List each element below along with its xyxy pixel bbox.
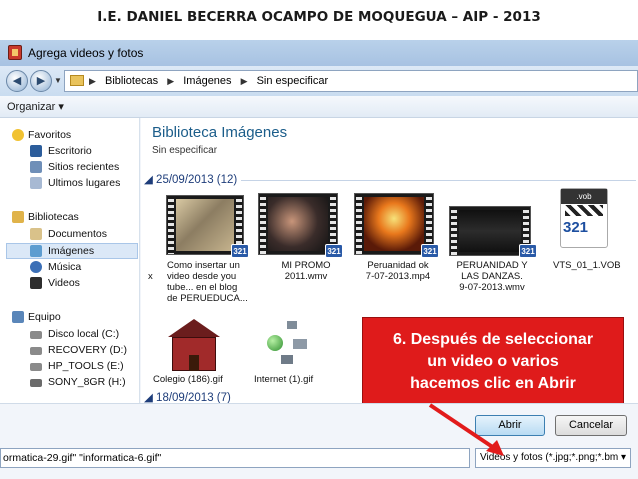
slide-header: I.E. DANIEL BECERRA OCAMPO DE MOQUEGUA –… [0,0,638,40]
slide-title: I.E. DANIEL BECERRA OCAMPO DE MOQUEGUA –… [97,9,541,25]
pointer-arrow [428,403,504,456]
arrow-shaft [428,403,502,454]
file-dialog-window: Agrega videos y fotos ◀ ▶ ▼ ▶ Biblioteca… [0,40,638,479]
